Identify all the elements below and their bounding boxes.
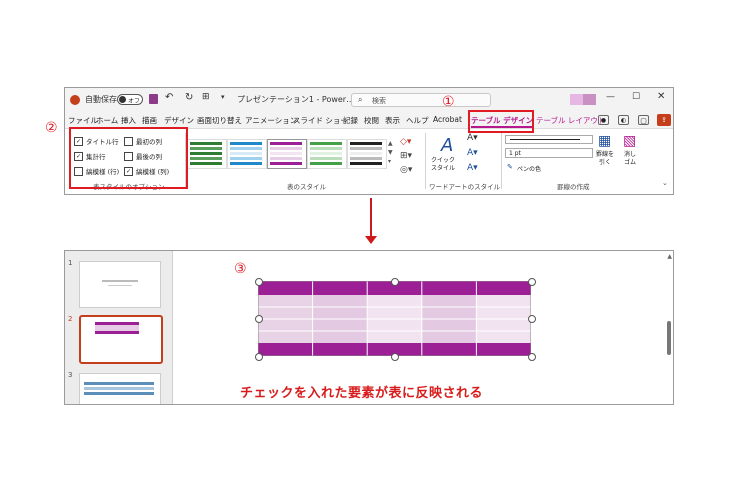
tab-draw[interactable]: 描画 — [142, 115, 157, 126]
pen-color-icon[interactable]: ✎ — [507, 163, 513, 171]
tab-slideshow[interactable]: スライド ショー — [293, 115, 348, 126]
quick-style-icon[interactable]: A — [441, 135, 453, 156]
table-style-blue[interactable] — [227, 139, 267, 169]
table-style-green[interactable] — [307, 139, 347, 169]
wordart-group-label: ワードアートのスタイル — [429, 183, 501, 191]
tab-help[interactable]: ヘルプ — [406, 115, 429, 126]
search-icon: ⌕ — [358, 95, 363, 104]
undo-icon[interactable]: ↶ — [165, 92, 173, 103]
redo-icon[interactable]: ↻ — [185, 92, 193, 103]
draw-table-label[interactable]: 罫線を 引く — [596, 151, 614, 167]
tab-home[interactable]: ホーム — [96, 115, 118, 126]
ribbon-tabs: ファイル ホーム 挿入 描画 デザイン 画面切り替え アニメーション スライド … — [65, 112, 673, 128]
arrow-down-icon — [365, 236, 377, 244]
present-icon[interactable]: ◐ — [618, 115, 629, 125]
styles-group-label: 表のスタイル — [287, 183, 326, 191]
shading-icon[interactable]: ◇▾ — [400, 137, 411, 147]
vertical-scrollbar[interactable] — [667, 321, 671, 355]
borders-icon[interactable]: ⊞▾ — [400, 151, 412, 161]
user-avatar[interactable] — [570, 94, 596, 105]
resize-handle[interactable] — [255, 353, 263, 361]
table-style-purple-selected[interactable] — [267, 139, 307, 169]
share-icon[interactable]: ⇪ — [657, 114, 671, 126]
scroll-up-icon[interactable]: ▲ — [667, 253, 672, 260]
effects-icon[interactable]: ◎▾ — [400, 165, 412, 175]
tab-acrobat[interactable]: Acrobat — [433, 115, 462, 124]
borders-group-label: 罫線の作成 — [557, 183, 590, 191]
maximize-icon[interactable]: ☐ — [632, 92, 640, 102]
caption-text: チェックを入れた要素が表に反映される — [240, 386, 484, 401]
close-icon[interactable]: ✕ — [657, 91, 665, 102]
table-style-green-dark[interactable] — [187, 139, 227, 169]
powerpoint-icon — [70, 95, 80, 105]
highlight-table-design-tab — [468, 110, 534, 133]
table-graphic — [258, 281, 531, 356]
marker-3: ③ — [234, 261, 247, 277]
tab-animations[interactable]: アニメーション — [245, 115, 297, 126]
comment-icon[interactable]: ▢ — [638, 115, 649, 125]
pen-weight-dropdown[interactable]: 1 pt — [505, 148, 593, 158]
highlight-options — [69, 127, 188, 189]
search-placeholder: 検索 — [372, 97, 386, 105]
arrow-line — [370, 198, 372, 238]
draw-table-icon[interactable]: ▦ — [598, 133, 611, 149]
table-style-dark[interactable] — [347, 139, 387, 169]
customize-toolbar-icon[interactable]: ▾ — [221, 93, 225, 101]
eraser-icon[interactable]: ▧ — [623, 133, 636, 149]
resize-handle[interactable] — [528, 278, 536, 286]
tab-record[interactable]: 記録 — [343, 115, 358, 126]
start-from-beginning-icon[interactable]: ⊞ — [202, 92, 210, 102]
resize-handle[interactable] — [255, 315, 263, 323]
slide-number-3: 3 — [68, 371, 73, 379]
pen-color-label[interactable]: ペンの色 — [517, 164, 541, 173]
tab-transitions[interactable]: 画面切り替え — [197, 115, 242, 126]
minimize-icon[interactable]: — — [606, 92, 615, 102]
tab-file[interactable]: ファイル — [68, 115, 98, 126]
gallery-scroll-icon[interactable]: ▲ ▼ ▾ — [388, 139, 393, 166]
resize-handle[interactable] — [255, 278, 263, 286]
slide-thumbnail-2[interactable] — [79, 315, 163, 364]
quick-style-label[interactable]: クイック スタイル — [431, 157, 455, 173]
text-effects-icon[interactable]: A▾ — [467, 163, 478, 173]
record-icon[interactable]: ● — [598, 115, 609, 125]
tab-view[interactable]: 表示 — [385, 115, 400, 126]
ribbon-screenshot: 自動保存 オフ ↶ ↻ ⊞ ▾ プレゼンテーション1 - Power… ⌕ 検索… — [64, 87, 674, 195]
resize-handle[interactable] — [528, 315, 536, 323]
eraser-label[interactable]: 消し ゴム — [624, 151, 636, 167]
autosave-label: 自動保存 — [85, 95, 117, 104]
slide-number-2: 2 — [68, 315, 73, 323]
tab-insert[interactable]: 挿入 — [121, 115, 136, 126]
autosave-state: オフ — [128, 98, 141, 105]
tab-table-layout[interactable]: テーブル レイアウト — [536, 115, 605, 126]
slide-thumbnail-3[interactable] — [79, 373, 161, 404]
slide-thumbnail-pane: 1 2 3 — [65, 251, 173, 404]
pen-style-dropdown[interactable] — [505, 135, 593, 144]
document-title: プレゼンテーション1 - Power… — [237, 95, 355, 104]
slide-table[interactable] — [255, 278, 536, 361]
slide-number-1: 1 — [68, 259, 73, 267]
collapse-ribbon-icon[interactable]: ⌄ — [662, 179, 668, 187]
search-box[interactable]: ⌕ 検索 — [351, 93, 491, 107]
tab-design[interactable]: デザイン — [164, 115, 194, 126]
marker-2: ② — [45, 120, 58, 136]
title-bar: 自動保存 オフ ↶ ↻ ⊞ ▾ プレゼンテーション1 - Power… ⌕ 検索… — [65, 88, 673, 112]
marker-1: ① — [442, 94, 455, 110]
resize-handle[interactable] — [391, 353, 399, 361]
pen-weight-value: 1 pt — [509, 150, 521, 157]
text-fill-icon[interactable]: A▾ — [467, 133, 478, 143]
text-outline-icon[interactable]: A▾ — [467, 148, 478, 158]
resize-handle[interactable] — [391, 278, 399, 286]
tab-review[interactable]: 校閲 — [364, 115, 379, 126]
slide-thumbnail-1[interactable] — [79, 261, 161, 308]
autosave-toggle[interactable]: オフ — [117, 94, 143, 105]
save-icon[interactable] — [149, 94, 158, 104]
resize-handle[interactable] — [528, 353, 536, 361]
